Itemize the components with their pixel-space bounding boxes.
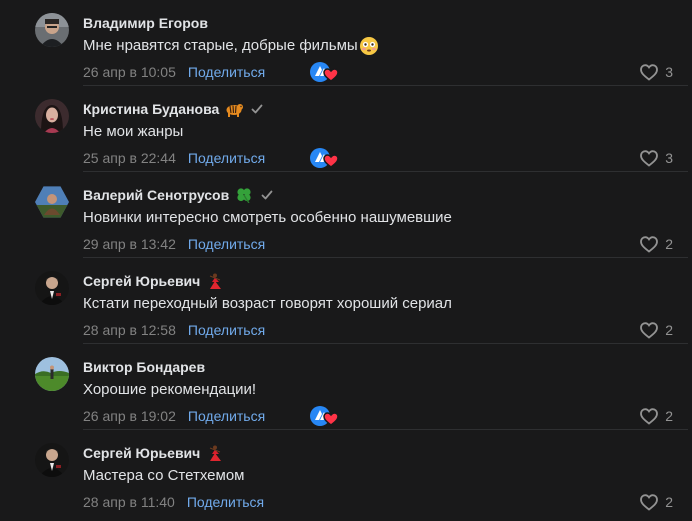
comment-item: Виктор Бондарев Хорошие рекомендации! 26… [0,344,692,430]
comment-date[interactable]: 28 апр в 12:58 [83,322,176,338]
reaction-icon[interactable] [309,405,341,427]
avatar[interactable] [35,443,69,477]
verified-check-icon [261,189,273,201]
comment-date[interactable]: 28 апр в 11:40 [83,494,175,510]
like-count: 3 [665,150,673,166]
heart-outline-icon [640,64,659,81]
avatar[interactable] [35,99,69,133]
heart-outline-icon [640,494,659,511]
author-name[interactable]: Владимир Егоров [83,14,208,32]
comment-text-row: Мне нравятся старые, добрые фильмы [83,36,379,56]
like-count: 3 [665,64,673,80]
avatar[interactable] [35,13,69,47]
author-row: Виктор Бондарев [83,358,205,376]
comment-text-row: Кстати переходный возраст говорят хороши… [83,294,452,314]
comment-meta: 26 апр в 10:05 Поделиться [83,62,265,82]
four-leaf-clover-icon [235,187,253,203]
share-link[interactable]: Поделиться [188,150,265,166]
author-row: Сергей Юрьевич [83,444,224,462]
comment-item: Сергей Юрьевич Кстати переходный возраст… [0,258,692,344]
avatar[interactable] [35,186,69,218]
comment-text: Мне нравятся старые, добрые фильмы [83,37,358,54]
author-name[interactable]: Виктор Бондарев [83,358,205,376]
heart-outline-icon [640,322,659,339]
reaction-icon[interactable] [309,147,341,169]
comment-text-row: Мастера со Стетхемом [83,466,244,486]
like-count: 2 [665,494,673,510]
avatar[interactable] [35,271,69,305]
author-name[interactable]: Сергей Юрьевич [83,444,200,462]
comment-item: Владимир Егоров Мне нравятся старые, доб… [0,0,692,86]
share-link[interactable]: Поделиться [188,322,265,338]
comment-text: Хорошие рекомендации! [83,381,257,398]
comments-list: Владимир Егоров Мне нравятся старые, доб… [0,0,692,521]
heart-outline-icon [640,236,659,253]
heart-outline-icon [640,150,659,167]
dancer-icon [206,273,224,289]
comment-text: Не мои жанры [83,123,184,140]
comment-meta: 25 апр в 22:44 Поделиться [83,148,265,168]
author-name[interactable]: Сергей Юрьевич [83,272,200,290]
like-count: 2 [665,322,673,338]
comment-date[interactable]: 25 апр в 22:44 [83,150,176,166]
comment-text-row: Хорошие рекомендации! [83,380,256,400]
comment-date[interactable]: 26 апр в 19:02 [83,408,176,424]
comment-text: Новинки интересно смотреть особенно нашу… [83,209,452,226]
like-button[interactable]: 3 [639,147,673,169]
author-row: Владимир Егоров [83,14,208,32]
comment-text-row: Новинки интересно смотреть особенно нашу… [83,208,452,228]
comment-text-row: Не мои жанры [83,122,183,142]
dancer-icon [206,445,224,461]
like-button[interactable]: 2 [639,233,673,255]
comment-item: Валерий Сенотрусов Новинки интересно смо… [0,172,692,258]
like-count: 2 [665,408,673,424]
author-row: Валерий Сенотрусов [83,186,273,204]
heart-outline-icon [640,408,659,425]
avatar[interactable] [35,357,69,391]
share-link[interactable]: Поделиться [188,408,265,424]
comment-meta: 28 апр в 12:58 Поделиться [83,320,265,340]
comment-item: Кристина Буданова Не мои жанры 25 апр в … [0,86,692,172]
share-link[interactable]: Поделиться [188,236,265,252]
author-row: Сергей Юрьевич [83,272,224,290]
comment-text: Кстати переходный возраст говорят хороши… [83,295,452,312]
share-link[interactable]: Поделиться [188,64,265,80]
author-name[interactable]: Валерий Сенотрусов [83,186,229,204]
like-button[interactable]: 2 [639,319,673,341]
comment-item: Сергей Юрьевич Мастера со Стетхемом 28 а… [0,430,692,516]
author-name[interactable]: Кристина Буданова [83,100,219,118]
like-count: 2 [665,236,673,252]
comment-meta: 26 апр в 19:02 Поделиться [83,406,265,426]
share-link[interactable]: Поделиться [187,494,264,510]
comment-date[interactable]: 26 апр в 10:05 [83,64,176,80]
comment-text: Мастера со Стетхемом [83,467,245,484]
comment-date[interactable]: 29 апр в 13:42 [83,236,176,252]
verified-check-icon [251,103,263,115]
author-row: Кристина Буданова [83,100,263,118]
tiger-icon [225,101,244,117]
like-button[interactable]: 2 [639,405,673,427]
flushed-face-icon [359,36,379,56]
like-button[interactable]: 3 [639,61,673,83]
comment-meta: 29 апр в 13:42 Поделиться [83,234,265,254]
like-button[interactable]: 2 [639,491,673,513]
reaction-icon[interactable] [309,61,341,83]
comment-meta: 28 апр в 11:40 Поделиться [83,492,264,512]
